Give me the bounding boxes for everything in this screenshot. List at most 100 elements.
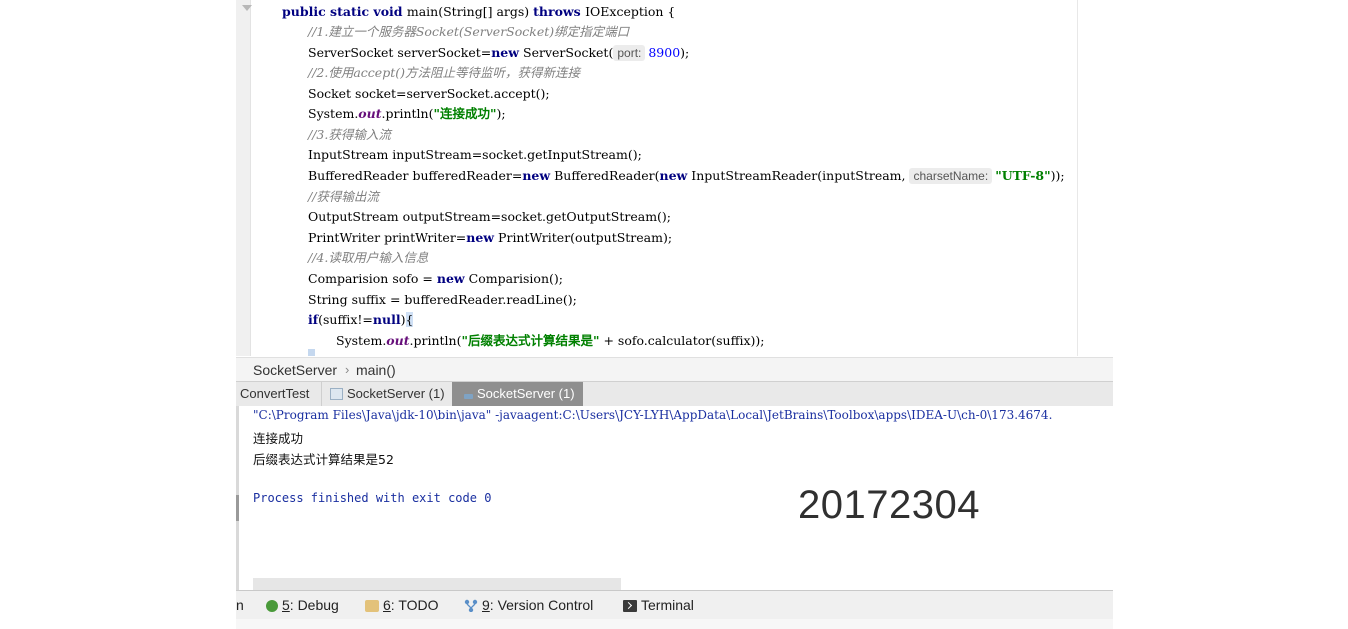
run-config-icon: [464, 394, 473, 399]
version-control-icon: [464, 593, 478, 613]
code-text: .println(: [409, 333, 462, 348]
console-command-line: "C:\Program Files\Java\jdk-10\bin\java" …: [253, 408, 1053, 422]
code-comment: //1.建立一个服务器Socket(ServerSocket)绑定指定端口: [308, 24, 630, 39]
code-text: PrintWriter printWriter=: [308, 230, 467, 245]
code-text: IOException {: [585, 4, 676, 19]
code-text: Comparision sofo =: [308, 271, 437, 286]
student-id-watermark: 20172304: [798, 483, 980, 527]
code-string: "UTF-8": [995, 168, 1051, 183]
code-number: 8900: [648, 45, 681, 60]
code-keyword: new: [466, 230, 495, 245]
code-text: Comparision();: [464, 271, 563, 286]
code-line: Comparision sofo = new Comparision();: [308, 269, 563, 289]
code-line: Socket socket=serverSocket.accept();: [308, 86, 550, 101]
code-text: .println(: [381, 106, 434, 121]
todo-icon: [365, 600, 379, 612]
code-text: BufferedReader bufferedReader=: [308, 168, 523, 183]
code-keyword: new: [436, 271, 465, 286]
todo-tool-button[interactable]: 6: TODO: [365, 591, 439, 619]
run-config-icon: [330, 388, 343, 400]
code-keyword: new: [491, 45, 520, 60]
code-comment: //3.获得输入流: [308, 127, 391, 142]
breadcrumb: SocketServer › main(): [236, 357, 1113, 382]
code-text: );: [496, 106, 506, 121]
parameter-hint: port:: [613, 45, 646, 61]
code-text: BufferedReader(: [550, 168, 660, 183]
run-console[interactable]: "C:\Program Files\Java\jdk-10\bin\java" …: [236, 406, 1113, 590]
code-static-field: out: [386, 333, 410, 348]
code-line: BufferedReader bufferedReader=new Buffer…: [308, 166, 1065, 186]
code-editor[interactable]: public static void main(String[] args) t…: [236, 0, 1113, 356]
code-text: ServerSocket serverSocket=: [308, 45, 492, 60]
tab-socketserver-1[interactable]: SocketServer (1): [321, 382, 453, 406]
tab-label: ConvertTest: [240, 386, 310, 401]
code-text: (suffix!=: [318, 312, 373, 327]
brace-match-marker: [308, 349, 315, 356]
breadcrumb-separator: ›: [345, 362, 350, 377]
fold-arrow-icon[interactable]: [242, 5, 252, 11]
code-line: public static void main(String[] args) t…: [282, 2, 675, 22]
tool-window-cut-label[interactable]: n: [236, 591, 244, 619]
code-keyword: new: [522, 168, 551, 183]
bug-icon: [266, 600, 278, 612]
debug-shortcut: 5: [282, 597, 290, 613]
tab-label: SocketServer (1): [477, 386, 575, 401]
debug-tool-button[interactable]: 5: Debug: [266, 591, 339, 619]
version-control-tool-button[interactable]: 9: Version Control: [464, 591, 593, 619]
code-comment: //2.使用accept()方法阻止等待监听，获得新连接: [308, 65, 580, 80]
code-text: InputStreamReader(inputStream,: [687, 168, 910, 183]
code-keyword: throws: [533, 4, 586, 19]
terminal-icon: [623, 600, 637, 612]
vc-shortcut: 9: [482, 597, 490, 613]
code-text: ));: [1050, 168, 1065, 183]
code-keyword: if: [308, 312, 319, 327]
code-comment: //4.读取用户输入信息: [308, 250, 429, 265]
code-keyword: null: [372, 312, 401, 327]
code-text: + sofo.calculator(suffix));: [599, 333, 765, 348]
editor-gutter[interactable]: [236, 0, 252, 356]
tab-socketserver-1-active[interactable]: SocketServer (1): [452, 382, 583, 406]
debug-label: : Debug: [289, 597, 339, 613]
code-text: main(String[] args): [406, 4, 534, 19]
terminal-tool-button[interactable]: Terminal: [623, 591, 694, 619]
console-exit-line: Process finished with exit code 0: [253, 491, 492, 505]
parameter-hint: charsetName:: [909, 168, 993, 184]
code-text: ): [400, 312, 406, 327]
breadcrumb-method[interactable]: main(): [356, 358, 396, 382]
tool-window-bar: n 5: Debug 6: TODO 9: Version Control Te…: [236, 590, 1113, 619]
todo-label: : TODO: [390, 597, 439, 613]
code-line: OutputStream outputStream=socket.getOutp…: [308, 209, 672, 224]
terminal-label: Terminal: [641, 597, 694, 613]
code-line: System.out.println("后缀表达式计算结果是" + sofo.c…: [336, 331, 764, 351]
code-line: if(suffix!=null){: [308, 310, 414, 330]
code-comment: //获得输出流: [308, 189, 379, 204]
code-text: System.: [336, 333, 387, 348]
code-line: InputStream inputStream=socket.getInputS…: [308, 147, 642, 162]
code-line: PrintWriter printWriter=new PrintWriter(…: [308, 228, 672, 248]
code-text: ServerSocket(: [519, 45, 614, 60]
vc-label: : Version Control: [489, 597, 594, 613]
horizontal-scrollbar[interactable]: [253, 578, 621, 590]
tab-converttest[interactable]: ConvertTest: [240, 382, 317, 406]
code-line: System.out.println("连接成功");: [308, 104, 506, 124]
breadcrumb-class[interactable]: SocketServer: [253, 358, 337, 382]
console-edge-marker: [236, 495, 239, 521]
right-margin-guide: [1077, 0, 1078, 356]
code-string: "连接成功": [433, 106, 497, 121]
code-static-field: out: [358, 106, 382, 121]
code-string: "后缀表达式计算结果是": [461, 333, 600, 348]
code-line: String suffix = bufferedReader.readLine(…: [308, 292, 577, 307]
code-keyword: new: [659, 168, 688, 183]
code-text: System.: [308, 106, 359, 121]
tab-label: SocketServer (1): [347, 386, 445, 401]
console-output-line: 后缀表达式计算结果是52: [253, 452, 394, 467]
code-text: );: [680, 45, 690, 60]
code-text: PrintWriter(outputStream);: [494, 230, 673, 245]
code-keyword: public static void: [282, 4, 407, 19]
matched-brace: {: [405, 312, 414, 327]
obscured-editor-strip: [236, 619, 1113, 629]
run-tab-bar: ConvertTest SocketServer (1) SocketServe…: [236, 381, 1113, 407]
todo-shortcut: 6: [383, 597, 391, 613]
console-output-line: 连接成功: [253, 431, 304, 446]
code-line: ServerSocket serverSocket=new ServerSock…: [308, 43, 689, 63]
